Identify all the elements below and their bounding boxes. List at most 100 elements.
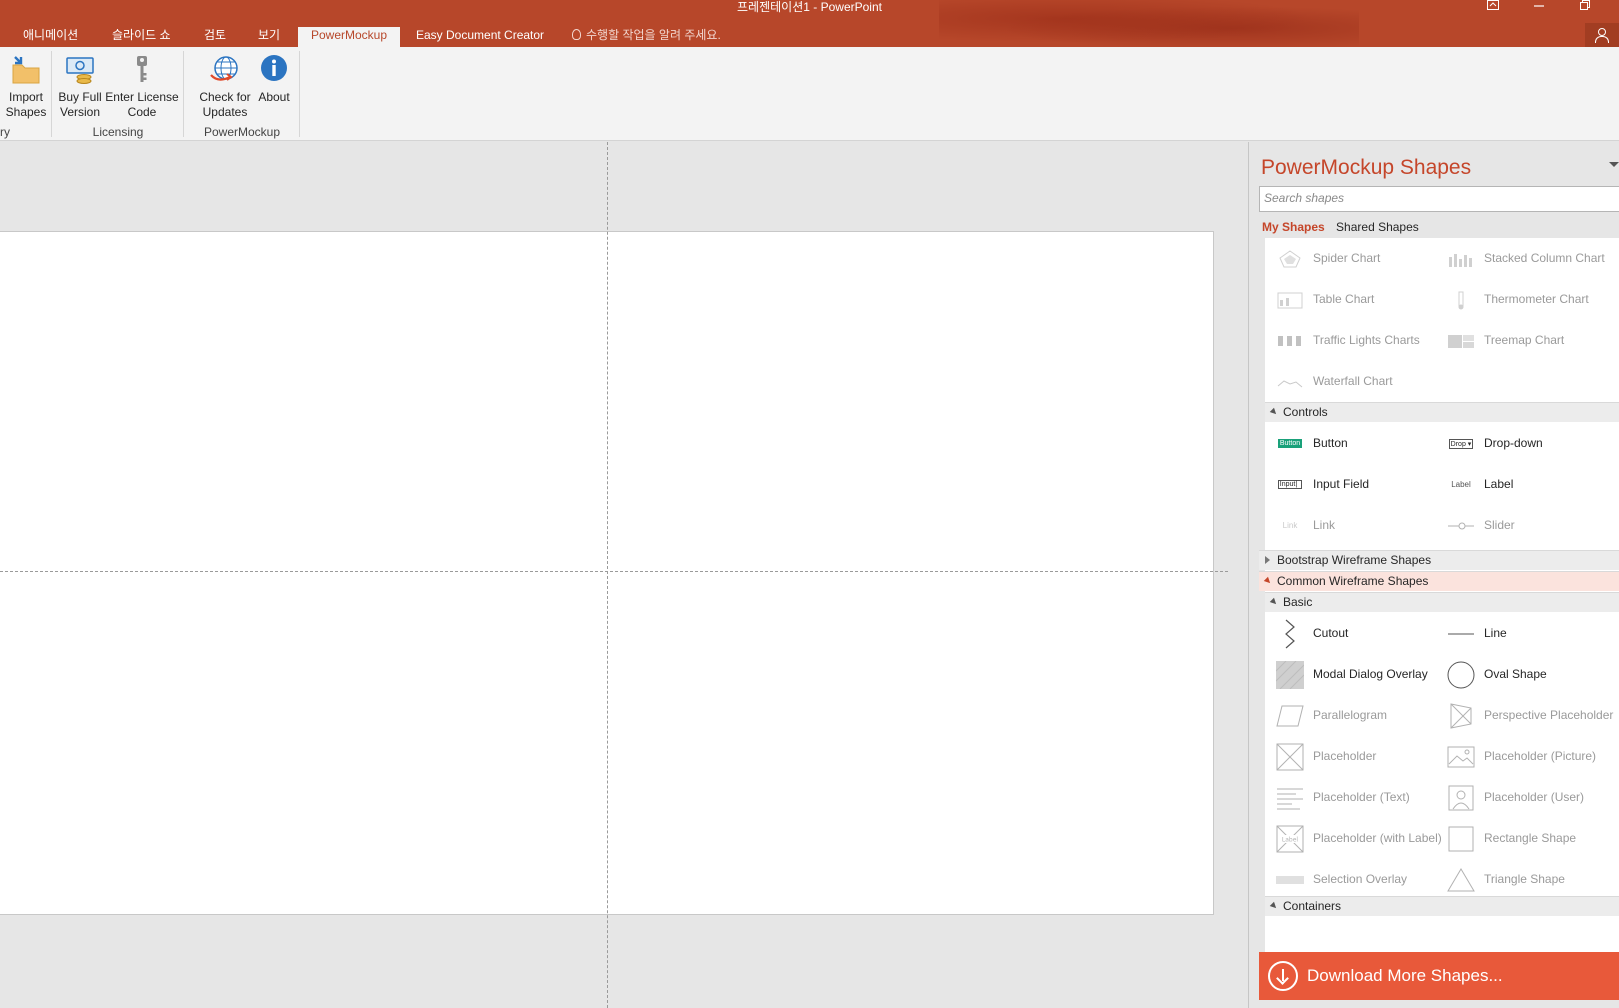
tab-shared-shapes[interactable]: Shared Shapes xyxy=(1336,220,1419,234)
minimize-button[interactable] xyxy=(1516,0,1562,14)
user-placeholder-icon xyxy=(1446,783,1476,813)
shape-label: Line xyxy=(1484,626,1507,640)
shape-placeholder-text[interactable]: Placeholder (Text) xyxy=(1275,777,1451,818)
tab-view[interactable]: 보기 xyxy=(254,27,284,47)
shape-oval[interactable]: Oval Shape xyxy=(1446,654,1619,695)
shape-triangle[interactable]: Triangle Shape xyxy=(1446,859,1619,900)
shape-placeholder-with-label[interactable]: Label Placeholder (with Label) xyxy=(1275,818,1451,859)
shape-label-text: Label xyxy=(1484,477,1514,491)
section-basic[interactable]: Basic xyxy=(1265,592,1619,612)
tab-powermockup[interactable]: PowerMockup xyxy=(298,27,401,47)
tab-easy-document-creator[interactable]: Easy Document Creator xyxy=(412,27,548,47)
shape-line[interactable]: Line xyxy=(1446,613,1619,654)
restore-icon xyxy=(1580,0,1590,10)
shape-dropdown[interactable]: Drop ▾ Drop-down xyxy=(1446,423,1619,464)
thermometer-chart-icon xyxy=(1446,285,1476,315)
rectangle-icon xyxy=(1446,824,1476,854)
shape-traffic-lights-charts[interactable]: Traffic Lights Charts xyxy=(1275,320,1451,361)
horizontal-guide[interactable] xyxy=(0,571,1228,572)
enter-license-code-button[interactable]: Enter License Code xyxy=(104,53,180,120)
globe-update-icon xyxy=(208,53,242,87)
tab-slideshow[interactable]: 슬라이드 쇼 xyxy=(108,27,175,47)
tell-me-search[interactable]: 수행할 작업을 알려 주세요. xyxy=(572,27,721,43)
folder-import-icon xyxy=(9,53,43,87)
ribbon-display-options-button[interactable] xyxy=(1470,0,1516,14)
check-for-updates-button[interactable]: Check for Updates xyxy=(198,53,252,120)
shape-label: Oval Shape xyxy=(1484,667,1547,681)
shape-placeholder-picture[interactable]: Placeholder (Picture) xyxy=(1446,736,1619,777)
info-icon xyxy=(257,53,291,87)
input-thumb-text: Input| xyxy=(1277,480,1303,489)
shape-input-field[interactable]: Input| Input Field xyxy=(1275,464,1451,505)
shape-link[interactable]: Link Link xyxy=(1275,505,1451,546)
shape-label[interactable]: Label Label xyxy=(1446,464,1619,505)
shape-placeholder[interactable]: Placeholder xyxy=(1275,736,1451,777)
group-separator xyxy=(299,51,300,137)
ribbon-display-icon xyxy=(1487,0,1499,10)
input-field-shape-icon: Input| xyxy=(1275,470,1305,500)
pane-options-chevron-icon[interactable] xyxy=(1609,162,1619,167)
shape-thermometer-chart[interactable]: Thermometer Chart xyxy=(1446,279,1619,320)
table-chart-icon xyxy=(1275,285,1305,315)
shape-waterfall-chart[interactable]: Waterfall Chart xyxy=(1275,361,1451,402)
shape-table-chart[interactable]: Table Chart xyxy=(1275,279,1451,320)
section-containers[interactable]: Containers xyxy=(1265,896,1619,916)
section-bootstrap-wireframe-shapes[interactable]: Bootstrap Wireframe Shapes xyxy=(1259,550,1619,570)
shape-label: Link xyxy=(1313,518,1336,532)
shape-label: Placeholder (User) xyxy=(1484,790,1585,804)
shape-perspective-placeholder[interactable]: Perspective Placeholder xyxy=(1446,695,1619,736)
buy-full-label-2: Version xyxy=(59,105,101,119)
section-controls-label: Controls xyxy=(1283,405,1328,419)
treemap-chart-icon xyxy=(1446,326,1476,356)
buy-full-version-button[interactable]: Buy Full Version xyxy=(56,53,104,120)
shape-label: Selection Overlay xyxy=(1313,872,1408,886)
traffic-lights-icon xyxy=(1275,326,1305,356)
section-common-wireframe-shapes[interactable]: Common Wireframe Shapes xyxy=(1259,571,1619,591)
shape-label: Treemap Chart xyxy=(1484,333,1565,347)
account-button[interactable] xyxy=(1585,23,1619,47)
triangle-icon xyxy=(1446,865,1476,895)
restore-button[interactable] xyxy=(1562,0,1608,14)
search-input[interactable]: Search shapes xyxy=(1259,186,1619,212)
download-more-shapes-button[interactable]: Download More Shapes... xyxy=(1259,952,1619,1000)
group-separator xyxy=(183,51,184,137)
shape-placeholder-user[interactable]: Placeholder (User) xyxy=(1446,777,1619,818)
import-shapes-label-1: Import xyxy=(8,90,43,104)
buy-full-label-1: Buy Full xyxy=(58,90,102,104)
shape-stacked-column-chart[interactable]: Stacked Column Chart xyxy=(1446,238,1619,279)
tab-animations[interactable]: 애니메이션 xyxy=(19,27,82,47)
shape-parallelogram[interactable]: Parallelogram xyxy=(1275,695,1451,736)
oval-icon xyxy=(1446,660,1476,690)
group-separator xyxy=(51,51,52,137)
expand-triangle-icon xyxy=(1269,407,1279,417)
about-button[interactable]: About xyxy=(256,53,292,105)
import-shapes-button[interactable]: Import Shapes xyxy=(4,53,48,120)
lightbulb-icon xyxy=(572,29,581,40)
tell-me-text: 수행할 작업을 알려 주세요. xyxy=(586,28,721,42)
shape-label: Cutout xyxy=(1313,626,1349,640)
shape-spider-chart[interactable]: Spider Chart xyxy=(1275,238,1451,279)
shape-modal-dialog-overlay[interactable]: Modal Dialog Overlay xyxy=(1275,654,1451,695)
shape-slider[interactable]: Slider xyxy=(1446,505,1619,546)
slider-shape-icon xyxy=(1446,511,1476,541)
shape-button[interactable]: Button Button xyxy=(1275,423,1451,464)
shape-label: Table Chart xyxy=(1313,292,1375,306)
vertical-guide[interactable] xyxy=(607,142,608,1008)
shape-cutout[interactable]: Cutout xyxy=(1275,613,1451,654)
shape-label: Perspective Placeholder xyxy=(1484,708,1614,722)
shape-label: Placeholder (Text) xyxy=(1313,790,1410,804)
shapes-list[interactable]: Spider Chart Stacked Column Chart Table … xyxy=(1259,238,1619,952)
section-basic-label: Basic xyxy=(1283,595,1313,609)
placeholder-icon xyxy=(1275,742,1305,772)
shape-label: Waterfall Chart xyxy=(1313,374,1393,388)
shape-selection-overlay[interactable]: Selection Overlay xyxy=(1275,859,1451,900)
tab-review[interactable]: 검토 xyxy=(200,27,230,47)
tab-my-shapes[interactable]: My Shapes xyxy=(1262,220,1325,234)
shape-rectangle[interactable]: Rectangle Shape xyxy=(1446,818,1619,859)
section-controls[interactable]: Controls xyxy=(1265,402,1619,422)
line-icon xyxy=(1446,619,1476,649)
updates-label-2: Updates xyxy=(202,105,248,119)
group-label-powermockup: PowerMockup xyxy=(203,125,281,139)
shape-treemap-chart[interactable]: Treemap Chart xyxy=(1446,320,1619,361)
shape-label: Button xyxy=(1313,436,1348,450)
